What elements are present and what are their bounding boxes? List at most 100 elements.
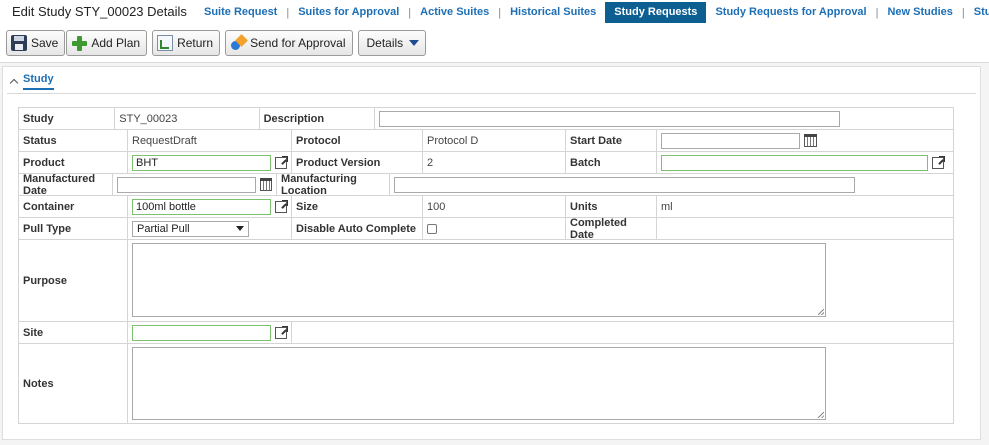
- product-input[interactable]: [132, 154, 271, 171]
- study-label: Study: [19, 108, 116, 129]
- return-label: Return: [177, 36, 214, 50]
- start-date-label: Start Date: [566, 130, 657, 151]
- tab-historical-suites[interactable]: Historical Suites: [501, 2, 605, 23]
- pull-type-label: Pull Type: [19, 218, 128, 239]
- tab-study-requests[interactable]: Study Requests: [605, 2, 707, 23]
- units-label: Units: [566, 196, 657, 217]
- form-row: Purpose: [19, 240, 953, 322]
- description-input[interactable]: [379, 110, 841, 127]
- batch-label: Batch: [566, 152, 657, 173]
- form-row: Status RequestDraft Protocol Protocol D …: [19, 130, 953, 152]
- chevron-up-icon[interactable]: [9, 78, 19, 87]
- size-value: 100: [423, 196, 566, 217]
- product-version-value: 2: [423, 152, 566, 173]
- site-label: Site: [19, 322, 128, 343]
- disable-auto-complete-cell: [423, 218, 566, 239]
- form-row: Manufactured Date Manufacturing Location: [19, 173, 953, 197]
- form-row: Site: [19, 322, 953, 344]
- purpose-textarea[interactable]: [132, 243, 826, 317]
- start-date-input[interactable]: [661, 132, 800, 149]
- send-for-approval-label: Send for Approval: [250, 36, 346, 50]
- tab-study-requests-for-approval[interactable]: Study Requests for Approval: [706, 2, 875, 23]
- description-label: Description: [260, 108, 376, 129]
- return-button[interactable]: Return: [152, 30, 221, 56]
- manufactured-date-input[interactable]: [117, 176, 257, 193]
- site-cell: [128, 322, 292, 343]
- save-label: Save: [31, 36, 59, 50]
- section-divider: [7, 93, 976, 94]
- tab-suite-request[interactable]: Suite Request: [195, 2, 286, 23]
- start-date-cell: [657, 130, 953, 151]
- calendar-icon[interactable]: [804, 134, 817, 147]
- save-button[interactable]: Save: [6, 30, 66, 56]
- study-value: STY_00023: [115, 108, 260, 129]
- study-form: Study STY_00023 Description Status Reque…: [18, 107, 954, 424]
- manufactured-date-cell: [113, 174, 278, 195]
- batch-input[interactable]: [661, 154, 928, 171]
- popout-icon[interactable]: [932, 155, 945, 169]
- pull-type-value: Partial Pull: [137, 222, 190, 235]
- protocol-label: Protocol: [292, 130, 423, 151]
- add-plan-label: Add Plan: [91, 36, 141, 50]
- site-input[interactable]: [132, 324, 271, 341]
- details-label: Details: [366, 36, 404, 50]
- completed-date-label: Completed Date: [566, 217, 657, 241]
- form-row: Container Size 100 Units ml: [19, 196, 953, 218]
- form-row: Product Product Version 2 Batch: [19, 152, 953, 174]
- add-icon: [71, 35, 88, 51]
- toolbar: Save Add Plan Return Send for Approval D…: [6, 30, 431, 57]
- disable-auto-complete-label: Disable Auto Complete: [292, 218, 423, 239]
- batch-cell: [657, 152, 953, 173]
- manufacturing-location-label: Manufacturing Location: [277, 173, 390, 197]
- chevron-down-icon: [409, 40, 420, 46]
- add-plan-button[interactable]: Add Plan: [66, 30, 148, 56]
- product-version-label: Product Version: [292, 152, 423, 173]
- study-section: Study Study STY_00023 Description Status…: [2, 66, 981, 440]
- content-panel: Study Study STY_00023 Description Status…: [0, 62, 989, 445]
- popout-icon[interactable]: [275, 199, 288, 213]
- status-value: RequestDraft: [128, 130, 292, 151]
- disable-auto-complete-checkbox[interactable]: [427, 223, 437, 234]
- form-row: Pull Type Partial Pull Disable Auto Comp…: [19, 217, 953, 241]
- container-label: Container: [19, 196, 128, 217]
- popout-icon[interactable]: [275, 325, 288, 339]
- calendar-icon[interactable]: [260, 178, 273, 191]
- manufacturing-location-input[interactable]: [393, 176, 855, 193]
- form-row: Notes: [19, 344, 953, 424]
- purpose-cell: [128, 240, 953, 321]
- notes-textarea[interactable]: [132, 347, 826, 420]
- page-title: Edit Study STY_00023 Details: [12, 4, 187, 19]
- tab-new-studies[interactable]: New Studies: [878, 2, 961, 23]
- pull-type-select[interactable]: Partial Pull: [132, 220, 249, 237]
- purpose-label: Purpose: [19, 240, 128, 321]
- send-for-approval-button[interactable]: Send for Approval: [225, 30, 353, 56]
- notes-cell: [128, 344, 953, 423]
- notes-label: Notes: [19, 344, 128, 423]
- manufacturing-location-cell: [390, 174, 953, 195]
- header-bar: Edit Study STY_00023 Details Suite Reque…: [0, 0, 989, 24]
- description-cell: [375, 108, 953, 129]
- popout-icon[interactable]: [275, 155, 288, 169]
- manufactured-date-label: Manufactured Date: [19, 173, 114, 197]
- product-cell: [128, 152, 292, 173]
- product-label: Product: [19, 152, 128, 173]
- protocol-value: Protocol D: [423, 130, 566, 151]
- section-header[interactable]: Study: [9, 71, 54, 91]
- form-row: Study STY_00023 Description: [19, 108, 953, 130]
- container-input[interactable]: [132, 198, 271, 215]
- send-icon: [230, 35, 246, 51]
- tab-studies-truncated[interactable]: Stu: [965, 2, 989, 23]
- return-icon: [157, 35, 174, 51]
- units-value: ml: [661, 200, 673, 213]
- size-label: Size: [292, 196, 423, 217]
- tab-active-suites[interactable]: Active Suites: [411, 2, 498, 23]
- section-title[interactable]: Study: [23, 73, 54, 90]
- dropdown-arrow-icon: [236, 226, 244, 231]
- details-dropdown-button[interactable]: Details: [357, 30, 427, 56]
- container-cell: [128, 196, 292, 217]
- pull-type-cell: Partial Pull: [128, 218, 292, 239]
- site-spacer: [292, 322, 953, 343]
- nav-tabs: Suite Request | Suites for Approval | Ac…: [195, 2, 989, 23]
- save-icon: [11, 35, 27, 51]
- tab-suites-for-approval[interactable]: Suites for Approval: [289, 2, 408, 23]
